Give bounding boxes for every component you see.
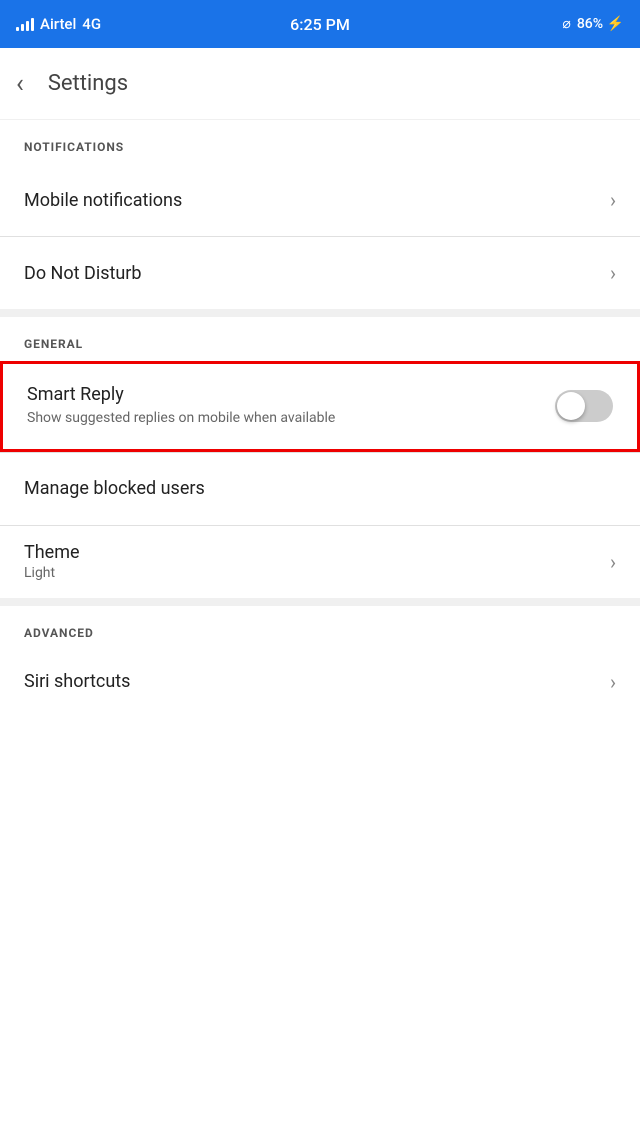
- section-label-notifications: NOTIFICATIONS: [0, 120, 640, 164]
- mobile-notifications-label: Mobile notifications: [24, 190, 182, 211]
- siri-shortcuts-label: Siri shortcuts: [24, 671, 130, 692]
- status-right: ⌀ 86% ⚡: [562, 16, 624, 32]
- theme-label: Theme: [24, 542, 80, 563]
- siri-shortcuts-chevron-icon: ›: [610, 670, 616, 694]
- do-not-disturb-chevron-icon: ›: [610, 261, 616, 285]
- mobile-notifications-chevron-icon: ›: [610, 188, 616, 212]
- header: ‹ Settings: [0, 48, 640, 120]
- smart-reply-title: Smart Reply: [27, 384, 539, 405]
- smart-reply-text-block: Smart Reply Show suggested replies on mo…: [27, 384, 555, 429]
- theme-row[interactable]: Theme Light ›: [0, 526, 640, 598]
- section-divider-1: [0, 309, 640, 317]
- status-left: Airtel 4G: [16, 15, 101, 33]
- mobile-notifications-row[interactable]: Mobile notifications ›: [0, 164, 640, 236]
- smart-reply-toggle[interactable]: [555, 390, 613, 422]
- back-button[interactable]: ‹: [16, 69, 24, 99]
- signal-bars-icon: [16, 17, 34, 31]
- status-time: 6:25 PM: [290, 15, 350, 34]
- smart-reply-subtitle: Show suggested replies on mobile when av…: [27, 409, 539, 429]
- status-bar: Airtel 4G 6:25 PM ⌀ 86% ⚡: [0, 0, 640, 48]
- theme-value: Light: [24, 565, 80, 581]
- carrier-label: Airtel: [40, 15, 76, 33]
- headphones-icon: ⌀: [562, 16, 570, 32]
- network-label: 4G: [82, 15, 101, 33]
- manage-blocked-users-row[interactable]: Manage blocked users: [0, 453, 640, 525]
- smart-reply-row[interactable]: Smart Reply Show suggested replies on mo…: [0, 361, 640, 452]
- section-divider-2: [0, 598, 640, 606]
- section-label-general: GENERAL: [0, 317, 640, 361]
- do-not-disturb-label: Do Not Disturb: [24, 263, 142, 284]
- theme-text-block: Theme Light: [24, 542, 80, 581]
- siri-shortcuts-row[interactable]: Siri shortcuts ›: [0, 650, 640, 714]
- battery-label: 86% ⚡: [577, 16, 624, 32]
- theme-chevron-icon: ›: [610, 550, 616, 574]
- manage-blocked-users-label: Manage blocked users: [24, 478, 205, 499]
- do-not-disturb-row[interactable]: Do Not Disturb ›: [0, 237, 640, 309]
- section-label-advanced: ADVANCED: [0, 606, 640, 650]
- page-title: Settings: [48, 71, 128, 96]
